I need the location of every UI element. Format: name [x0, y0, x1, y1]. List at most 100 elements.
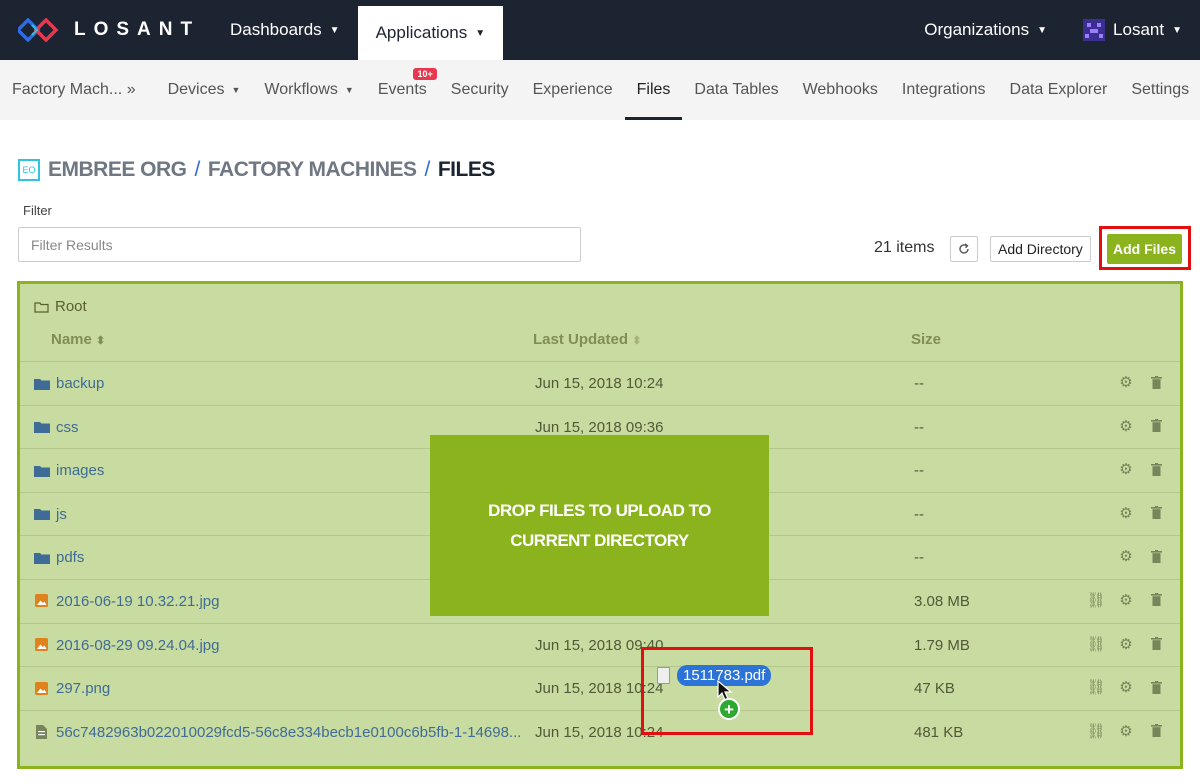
table-row[interactable]: 56c7482963b022010029fcd5-56c8e334becb1e0… — [20, 709, 1180, 754]
folder-icon — [34, 509, 50, 521]
subnav-devices[interactable]: Devices ▼ — [156, 60, 253, 120]
trash-icon[interactable] — [1148, 418, 1164, 434]
subnav-app-label: Factory Mach... » — [12, 81, 136, 98]
file-name-link[interactable]: images — [34, 462, 104, 479]
subnav-settings[interactable]: Settings — [1119, 60, 1200, 120]
file-name: 2016-06-19 10.32.21.jpg — [56, 592, 220, 610]
subnav-events-label: Events — [377, 81, 427, 98]
nav-organizations-label: Organizations — [924, 20, 1030, 39]
file-updated: Jun 15, 2018 10:24 — [535, 375, 664, 392]
caret-down-icon: ▼ — [329, 24, 340, 36]
subnav-app-switcher[interactable]: Factory Mach... » — [0, 60, 148, 120]
trash-icon[interactable] — [1148, 374, 1164, 390]
link-icon[interactable]: ⛓ — [1086, 636, 1105, 653]
trash-icon[interactable] — [1148, 548, 1164, 564]
folder-icon — [34, 552, 50, 564]
filter-input[interactable] — [18, 227, 581, 262]
gear-icon[interactable]: ⚙ — [1118, 592, 1134, 609]
subnav-files[interactable]: Files — [624, 60, 683, 120]
trash-icon[interactable] — [1148, 636, 1164, 652]
subnav-data-explorer[interactable]: Data Explorer — [998, 60, 1120, 120]
file-name-link[interactable]: 297.png — [34, 680, 110, 697]
file-name: js — [56, 505, 67, 523]
file-size: 47 KB — [914, 680, 955, 698]
refresh-icon — [959, 243, 969, 254]
gear-icon[interactable]: ⚙ — [1118, 636, 1134, 653]
file-size: 481 KB — [914, 723, 964, 741]
trash-icon[interactable] — [1148, 723, 1164, 739]
gear-icon[interactable]: ⚙ — [1118, 418, 1134, 435]
drop-overlay-message: DROP FILES TO UPLOAD TO CURRENT DIRECTOR… — [430, 435, 769, 616]
trash-icon[interactable] — [1148, 592, 1164, 608]
subnav-data-explorer-label: Data Explorer — [1009, 81, 1108, 98]
column-header-name-label: Name — [51, 331, 92, 348]
subnav-events[interactable]: Events 10+ — [366, 60, 439, 120]
gear-icon[interactable]: ⚙ — [1118, 374, 1134, 391]
image-file-icon — [35, 594, 48, 608]
avatar-icon — [1083, 19, 1106, 41]
gear-icon[interactable]: ⚙ — [1118, 679, 1134, 696]
table-row[interactable]: 2016-08-29 09.24.04.jpg Jun 15, 2018 09:… — [20, 622, 1180, 667]
file-size: -- — [914, 375, 924, 392]
file-name-link[interactable]: 2016-08-29 09.24.04.jpg — [34, 637, 219, 654]
add-directory-button[interactable]: Add Directory — [990, 236, 1091, 262]
nav-organizations[interactable]: Organizations ▼ — [906, 0, 1065, 60]
file-name-link[interactable]: js — [34, 506, 67, 523]
subnav-security[interactable]: Security — [439, 60, 521, 120]
file-name: pdfs — [56, 549, 85, 567]
trash-icon[interactable] — [1148, 679, 1164, 695]
breadcrumb-app-link[interactable]: FACTORY MACHINES — [208, 158, 417, 182]
folder-icon — [34, 378, 50, 390]
column-header-size-label: Size — [911, 331, 942, 348]
file-name-link[interactable]: 2016-06-19 10.32.21.jpg — [34, 593, 219, 610]
subnav-workflows[interactable]: Workflows ▼ — [252, 60, 365, 120]
breadcrumb: EO EMBREE ORG / FACTORY MACHINES / FILES — [18, 158, 495, 182]
gear-icon[interactable]: ⚙ — [1118, 505, 1134, 522]
trash-icon[interactable] — [1148, 461, 1164, 477]
column-header-updated[interactable]: Last Updated ⬍ — [533, 331, 641, 348]
nav-dashboards-label: Dashboards — [230, 20, 322, 39]
add-files-button[interactable]: Add Files — [1107, 234, 1182, 264]
nav-applications[interactable]: Applications ▼ — [357, 6, 504, 60]
file-updated: Jun 15, 2018 09:36 — [535, 418, 664, 436]
brand[interactable]: LOSANT — [0, 0, 212, 60]
file-name-link[interactable]: 56c7482963b022010029fcd5-56c8e334becb1e0… — [34, 724, 521, 741]
subnav-files-label: Files — [636, 81, 671, 98]
dragged-file-icon — [657, 667, 670, 684]
gear-icon[interactable]: ⚙ — [1118, 723, 1134, 740]
trash-icon[interactable] — [1148, 505, 1164, 521]
file-name: images — [56, 462, 105, 480]
table-row[interactable]: 297.png Jun 15, 2018 10:24 47 KB ⛓ ⚙ — [20, 666, 1180, 710]
file-size: -- — [914, 505, 924, 523]
link-icon[interactable]: ⛓ — [1086, 723, 1105, 740]
subnav-webhooks[interactable]: Webhooks — [791, 60, 890, 120]
org-badge-icon: EO — [18, 159, 40, 181]
column-header-name[interactable]: Name ⬍ — [51, 331, 105, 348]
brand-name: LOSANT — [74, 19, 201, 40]
image-file-icon — [35, 638, 48, 652]
link-icon[interactable]: ⛓ — [1086, 592, 1105, 609]
table-row[interactable]: backup Jun 15, 2018 10:24 -- ⚙ — [20, 361, 1180, 405]
application-subnav: Factory Mach... » Devices ▼ Workflows ▼ … — [0, 60, 1200, 120]
refresh-button[interactable] — [950, 236, 978, 262]
breadcrumb-org-link[interactable]: EMBREE ORG — [48, 158, 187, 182]
file-name-link[interactable]: backup — [34, 375, 104, 392]
nav-user-label: Losant — [1113, 20, 1165, 39]
root-directory[interactable]: Root — [34, 298, 87, 315]
folder-icon — [34, 465, 50, 477]
subnav-data-tables[interactable]: Data Tables — [682, 60, 790, 120]
nav-user-menu[interactable]: Losant ▼ — [1065, 0, 1200, 60]
subnav-experience[interactable]: Experience — [521, 60, 625, 120]
gear-icon[interactable]: ⚙ — [1118, 461, 1134, 478]
link-icon[interactable]: ⛓ — [1086, 679, 1105, 696]
column-header-updated-label: Last Updated — [533, 331, 629, 348]
sort-icon: ⬍ — [632, 335, 642, 347]
file-name: 297.png — [56, 680, 111, 698]
file-name: backup — [56, 375, 105, 392]
nav-dashboards[interactable]: Dashboards ▼ — [212, 0, 358, 60]
file-name-link[interactable]: pdfs — [34, 549, 84, 566]
subnav-integrations[interactable]: Integrations — [890, 60, 998, 120]
file-name-link[interactable]: css — [34, 419, 79, 436]
losant-logo-icon — [18, 18, 59, 42]
gear-icon[interactable]: ⚙ — [1118, 548, 1134, 565]
